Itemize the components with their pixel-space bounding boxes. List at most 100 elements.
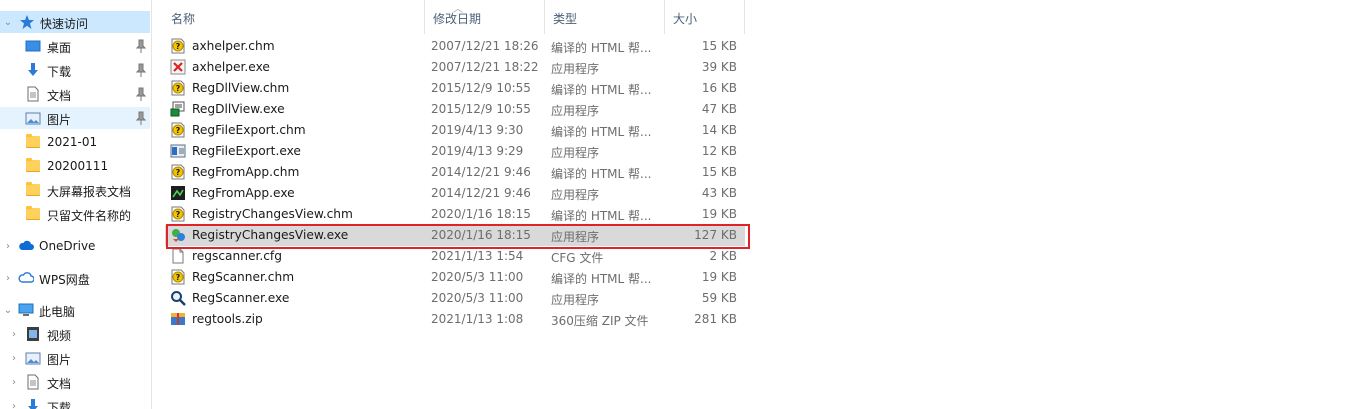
file-type: CFG 文件: [551, 251, 604, 265]
file-row[interactable]: axhelper.exe 2007/12/21 18:22 应用程序 39 KB: [165, 57, 745, 78]
chm-help-icon: ?: [170, 80, 186, 96]
download-icon: [28, 63, 38, 76]
chevron-right-icon[interactable]: ›: [3, 235, 13, 257]
file-size: 19 KB: [701, 207, 737, 221]
column-header: ︿ 名称 修改日期 类型 大小: [163, 0, 746, 34]
chevron-right-icon[interactable]: ›: [3, 267, 13, 289]
file-row[interactable]: ? axhelper.chm 2007/12/21 18:26 编译的 HTML 帮.…: [165, 36, 745, 57]
nav-pc-documents[interactable]: › 文档: [0, 371, 150, 393]
file-type: 编译的 HTML 帮...: [551, 125, 652, 139]
nav-pc-downloads[interactable]: › 下载: [0, 395, 150, 409]
file-name: RegScanner.exe: [192, 291, 290, 305]
file-name: RegFileExport.chm: [192, 123, 306, 137]
file-row[interactable]: ? RegistryChangesView.chm 2020/1/16 18:15 编…: [165, 204, 745, 225]
file-type: 编译的 HTML 帮...: [551, 41, 652, 55]
nav-wps-cloud[interactable]: › WPS网盘: [0, 267, 150, 289]
cfg-file-icon: [170, 248, 186, 264]
nav-item-documents[interactable]: 文档: [0, 83, 150, 105]
file-row[interactable]: RegFileExport.exe 2019/4/13 9:29 应用程序 12 KB: [165, 141, 745, 162]
file-type: 编译的 HTML 帮...: [551, 209, 652, 223]
file-modified-date: 2014/12/21 9:46: [431, 186, 531, 200]
nav-label: 此电脑: [39, 305, 76, 319]
file-row[interactable]: ? RegDllView.chm 2015/12/9 10:55 编译的 HTML 帮…: [165, 78, 745, 99]
folder-icon: [26, 134, 40, 148]
chevron-right-icon[interactable]: ›: [9, 347, 19, 369]
nav-item-folder-names-only[interactable]: 只留文件名称的: [0, 203, 150, 225]
navigation-pane[interactable]: ⌄ 快速访问 桌面 下载 文档 图片 2021-01 20200111 大屏幕报…: [0, 0, 152, 409]
svg-text:?: ?: [176, 126, 181, 135]
nav-item-pictures[interactable]: 图片: [0, 107, 150, 129]
chm-help-icon: ?: [170, 269, 186, 285]
nav-label: 下载: [47, 401, 72, 409]
nav-item-folder-report-docs[interactable]: 大屏幕报表文档: [0, 179, 150, 201]
svg-text:?: ?: [176, 273, 181, 282]
nav-label: 2021-01: [47, 135, 98, 149]
chevron-down-icon[interactable]: ⌄: [3, 299, 13, 321]
file-modified-date: 2014/12/21 9:46: [431, 165, 531, 179]
chm-help-icon: ?: [170, 206, 186, 222]
nav-pc-videos[interactable]: › 视频: [0, 323, 150, 345]
file-size: 47 KB: [701, 102, 737, 116]
star-icon: [20, 15, 34, 29]
folder-icon: [26, 158, 40, 172]
column-header-size[interactable]: 大小: [665, 0, 745, 34]
nav-onedrive[interactable]: › OneDrive: [0, 235, 150, 257]
nav-this-pc[interactable]: ⌄ 此电脑: [0, 299, 150, 321]
file-row[interactable]: RegScanner.exe 2020/5/3 11:00 应用程序 59 KB: [165, 288, 745, 309]
file-row[interactable]: regtools.zip 2021/1/13 1:08 360压缩 ZIP 文件 28…: [165, 309, 745, 330]
chm-help-icon: ?: [170, 38, 186, 54]
regdllview-app-icon: [170, 101, 186, 117]
nav-quick-access[interactable]: ⌄ 快速访问: [0, 11, 150, 33]
file-size: 43 KB: [701, 186, 737, 200]
file-row-selected[interactable]: RegistryChangesView.exe 2020/1/16 18:15 应用…: [165, 225, 745, 246]
nav-pc-pictures[interactable]: › 图片: [0, 347, 150, 369]
nav-label: 图片: [47, 353, 72, 367]
file-row[interactable]: ? RegFromApp.chm 2014/12/21 9:46 编译的 HTML 帮…: [165, 162, 745, 183]
chevron-right-icon[interactable]: ›: [9, 323, 19, 345]
column-header-type[interactable]: 类型: [545, 0, 665, 34]
column-header-name[interactable]: 名称: [163, 0, 425, 34]
pin-icon[interactable]: [136, 62, 146, 78]
file-size: 12 KB: [701, 144, 737, 158]
chevron-right-icon[interactable]: ›: [9, 371, 19, 393]
file-name: RegistryChangesView.exe: [192, 228, 349, 242]
file-modified-date: 2007/12/21 18:26: [431, 39, 539, 53]
cloud-icon: [19, 240, 34, 250]
chm-help-icon: ?: [170, 164, 186, 180]
file-name: RegDllView.chm: [192, 81, 290, 95]
nav-label: 大屏幕报表文档: [47, 185, 132, 199]
file-name: RegFromApp.exe: [192, 186, 295, 200]
nav-label: 图片: [47, 113, 72, 127]
pictures-icon: [25, 112, 41, 125]
file-type: 应用程序: [551, 293, 600, 307]
axhelper-app-icon: [170, 59, 186, 75]
file-name: RegistryChangesView.chm: [192, 207, 353, 221]
file-row[interactable]: RegFromApp.exe 2014/12/21 9:46 应用程序 43 KB: [165, 183, 745, 204]
file-type: 编译的 HTML 帮...: [551, 167, 652, 181]
file-modified-date: 2021/1/13 1:54: [431, 249, 524, 263]
pin-icon[interactable]: [136, 38, 146, 54]
file-type: 应用程序: [551, 104, 600, 118]
file-size: 19 KB: [701, 270, 737, 284]
file-modified-date: 2020/1/16 18:15: [431, 228, 531, 242]
file-row[interactable]: RegDllView.exe 2015/12/9 10:55 应用程序 47 KB: [165, 99, 745, 120]
nav-item-folder-20200111[interactable]: 20200111: [0, 155, 150, 177]
chevron-down-icon[interactable]: ⌄: [3, 11, 13, 33]
file-modified-date: 2019/4/13 9:29: [431, 144, 524, 158]
file-row[interactable]: ? RegScanner.chm 2020/5/3 11:00 编译的 HTML 帮.…: [165, 267, 745, 288]
nav-item-desktop[interactable]: 桌面: [0, 35, 150, 57]
nav-label: 文档: [47, 377, 72, 391]
file-size: 2 KB: [709, 249, 737, 263]
file-row[interactable]: ? RegFileExport.chm 2019/4/13 9:30 编译的 HTML…: [165, 120, 745, 141]
cloud-outline-icon: [18, 272, 34, 283]
file-row[interactable]: regscanner.cfg 2021/1/13 1:54 CFG 文件 2 KB: [165, 246, 745, 267]
column-header-date[interactable]: 修改日期: [425, 0, 545, 34]
pin-icon[interactable]: [136, 110, 146, 126]
svg-text:?: ?: [176, 84, 181, 93]
nav-label: 只留文件名称的: [47, 209, 132, 223]
nav-item-folder-2021-01[interactable]: 2021-01: [0, 131, 150, 153]
chevron-right-icon[interactable]: ›: [9, 395, 19, 409]
pin-icon[interactable]: [136, 86, 146, 102]
file-name: regscanner.cfg: [192, 249, 282, 263]
nav-item-downloads[interactable]: 下载: [0, 59, 150, 81]
